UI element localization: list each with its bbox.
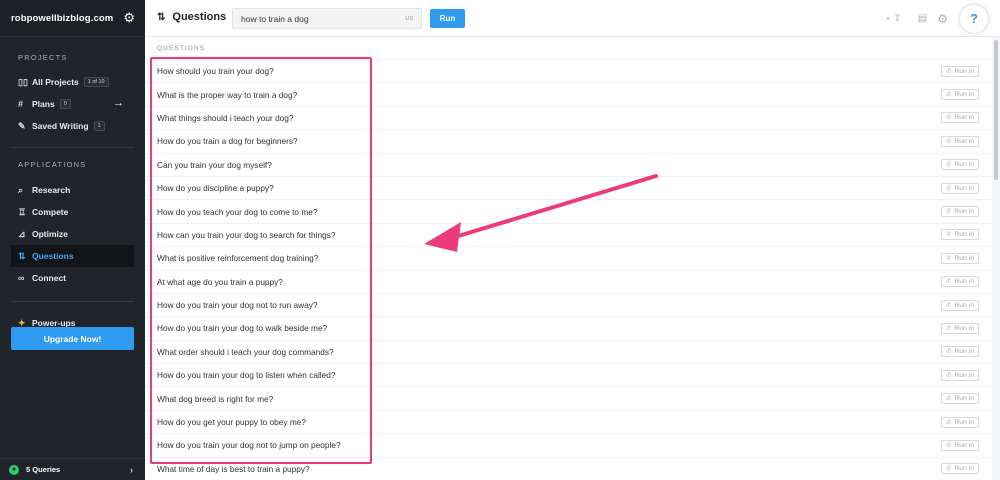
annotation-arrow-icon: [424, 174, 658, 252]
